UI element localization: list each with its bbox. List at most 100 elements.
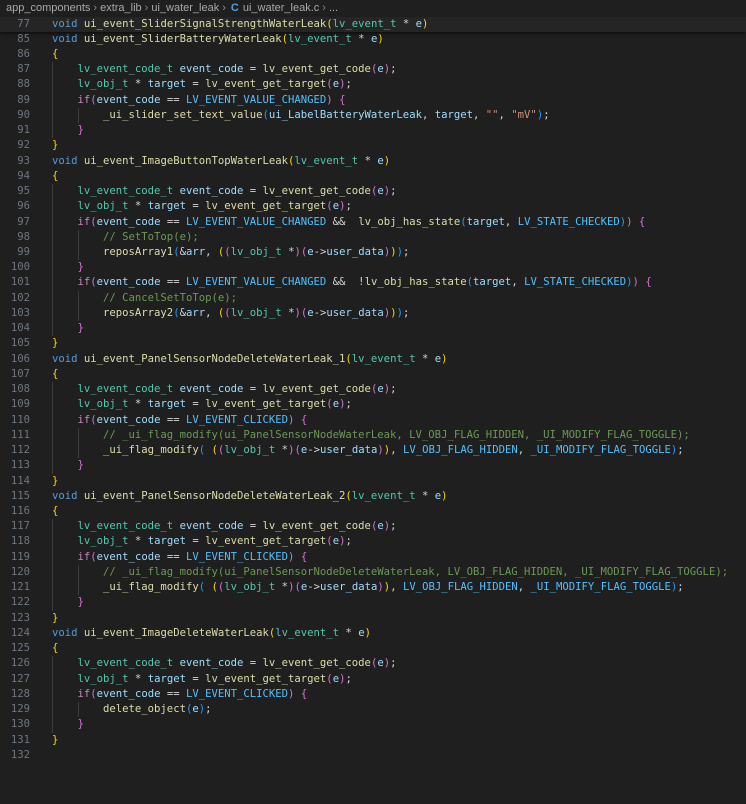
code-line[interactable]: 122 } [0,595,746,611]
code-line[interactable]: 110 if(event_code == LV_EVENT_CLICKED) { [0,412,746,428]
code-token: if [77,413,91,426]
code-line[interactable]: 128 if(event_code == LV_EVENT_CLICKED) { [0,686,746,703]
code-line[interactable]: 100 } [0,260,746,276]
code-line[interactable]: 115 void ui_event_PanelSensorNodeDeleteWa… [0,489,746,504]
code-line[interactable]: 132 [0,748,746,763]
code-line[interactable]: 116 { [0,504,746,519]
code-text: { [52,641,58,656]
code-token: { [645,276,652,289]
breadcrumb-folder-ui-water-leak[interactable]: ui_water_leak [151,2,219,14]
code-token: = [243,383,263,396]
code-line[interactable]: 99 reposArray1(&arr, ((lv_obj_t *)(e->us… [0,245,746,261]
code-token: = [243,520,263,533]
sticky-scroll-line[interactable]: 77 void ui_event_SliderSignalStrengthWate… [0,16,746,32]
breadcrumb-folder-app-components[interactable]: app_components [6,2,90,14]
code-line[interactable]: 97 if(event_code == LV_EVENT_VALUE_CHANG… [0,214,746,230]
code-token: // _ui_flag_modify(ui_PanelSensorNodeDel… [103,565,729,578]
code-line[interactable]: 101 if(event_code == LV_EVENT_VALUE_CHAN… [0,275,746,291]
code-line[interactable]: 119 if(event_code == LV_EVENT_CLICKED) { [0,549,746,565]
code-token: * [275,581,289,594]
code-token: LV_STATE_CHECKED [517,215,620,228]
code-line[interactable]: 126 lv_event_code_t event_code = lv_even… [0,656,746,672]
code-line[interactable]: 98 // SetToTop(e); [0,229,746,246]
code-line[interactable]: 129 delete_object(e); [0,702,746,718]
code-line[interactable]: 102 // CancelSetToTop(e); [0,290,746,306]
breadcrumb-more[interactable]: ... [329,2,338,14]
code-line[interactable]: 88 lv_obj_t * target = lv_event_get_targ… [0,77,746,93]
code-token: } [77,322,84,335]
code-line[interactable]: 107 { [0,367,746,382]
code-token: * [415,352,435,365]
code-line[interactable]: 94 { [0,169,746,184]
code-token: lv_event_code_t [77,383,174,396]
code-line[interactable]: 121 _ui_flag_modify( ((lv_obj_t *)(e->us… [0,580,746,596]
code-token: * [128,200,148,213]
code-line[interactable]: 103 reposArray2(&arr, ((lv_obj_t *)(e->u… [0,305,746,322]
code-token: event_code [96,687,161,700]
code-line[interactable]: 127 lv_obj_t * target = lv_event_get_tar… [0,671,746,687]
code-line[interactable]: 87 lv_event_code_t event_code = lv_event… [0,62,746,78]
code-line[interactable]: 96 lv_obj_t * target = lv_event_get_targ… [0,199,746,215]
code-line[interactable]: 131} [0,733,746,748]
code-token: event_code [96,276,161,289]
code-token: user_data [326,306,384,319]
code-line[interactable]: 109 lv_obj_t * target = lv_event_get_tar… [0,397,746,413]
code-token: { [52,642,59,655]
code-token: , [473,108,486,121]
code-text: } [52,458,84,473]
code-token: user_data [326,246,384,259]
code-token: lv_event_get_target [205,535,327,548]
code-line[interactable]: 86 { [0,47,746,62]
code-token: -> [313,306,327,319]
code-line[interactable]: 113 } [0,458,746,474]
line-number: 98 [17,230,30,243]
code-text: lv_event_code_t event_code = lv_event_ge… [52,382,397,397]
code-line[interactable]: 92} [0,138,746,153]
code-line[interactable]: 105} [0,336,746,351]
code-line[interactable]: 114} [0,474,746,489]
code-line[interactable]: 124 void ui_event_ImageDeleteWaterLeak(lv… [0,626,746,641]
line-number: 111 [10,428,30,441]
code-token: target [434,108,473,121]
code-line[interactable]: 85 void ui_event_SliderBatteryWaterLeak(l… [0,32,746,47]
code-line[interactable]: 95 lv_event_code_t event_code = lv_event… [0,184,746,200]
code-token: ui_event_SliderSignalStrengthWaterLeak [83,17,327,30]
code-line[interactable]: 130 } [0,717,746,733]
code-text: reposArray2(&arr, ((lv_obj_t *)(e->user_… [52,306,409,321]
code-line[interactable]: 90 _ui_slider_set_text_value(ui_LabelBat… [0,107,746,124]
code-line[interactable]: 93 void ui_event_ImageButtonTopWaterLeak(… [0,154,746,169]
code-token: LV_EVENT_CLICKED [185,550,289,563]
code-line[interactable]: 106 void ui_event_PanelSensorNodeDeleteWa… [0,352,746,367]
code-line[interactable]: 117 lv_event_code_t event_code = lv_even… [0,519,746,535]
code-token: ) [441,352,448,365]
code-token: target [147,78,186,91]
code-line[interactable]: 104 } [0,321,746,337]
code-text: { [52,367,58,382]
code-text: } [52,733,58,748]
code-token: ; [390,185,397,198]
line-number: 114 [10,474,30,487]
code-line[interactable]: 91 } [0,123,746,139]
breadcrumb-folder-extra-lib[interactable]: extra_lib [100,2,142,14]
code-line[interactable]: 125 { [0,641,746,656]
code-line[interactable]: 120 // _ui_flag_modify(ui_PanelSensorNod… [0,564,746,581]
code-line[interactable]: 111 // _ui_flag_modify(ui_PanelSensorNod… [0,427,746,444]
line-number: 129 [10,703,30,716]
code-token: ; [543,108,550,121]
code-line[interactable]: 123} [0,611,746,626]
line-number: 99 [17,246,30,259]
code-line[interactable]: 118 lv_obj_t * target = lv_event_get_tar… [0,534,746,550]
code-token: ; [390,657,397,670]
code-line[interactable]: 112 _ui_flag_modify( ((lv_obj_t *)(e->us… [0,443,746,459]
code-editor[interactable]: 77 void ui_event_SliderSignalStrengthWate… [0,16,746,763]
code-line[interactable]: 108 lv_event_code_t event_code = lv_even… [0,382,746,398]
breadcrumb-file[interactable]: ui_water_leak.c [243,2,319,14]
code-token: , [498,108,512,121]
code-text: void ui_event_PanelSensorNodeDeleteWater… [52,489,448,504]
code-line[interactable]: 89 if(event_code == LV_EVENT_VALUE_CHANG… [0,92,746,108]
code-token: == [160,276,186,289]
line-number: 116 [10,505,30,517]
code-token: LV_EVENT_VALUE_CHANGED [185,215,327,228]
